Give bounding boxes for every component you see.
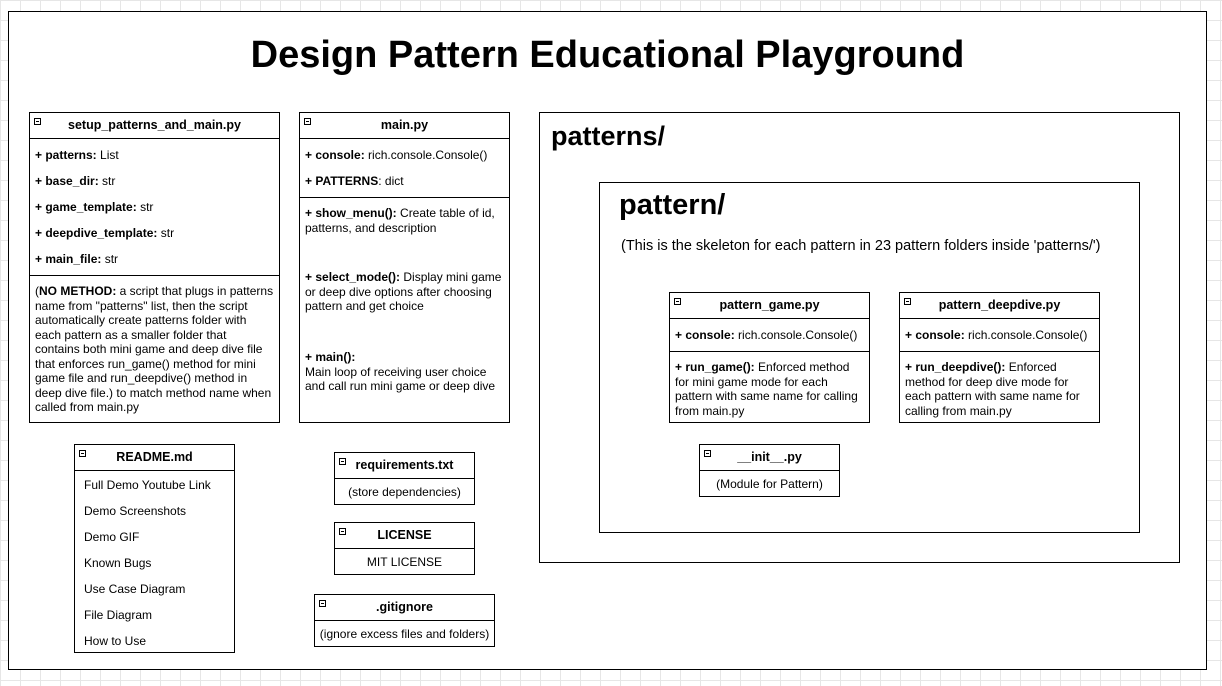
class-header: requirements.txt <box>335 453 474 479</box>
class-description: (Module for Pattern) <box>716 477 823 491</box>
collapse-icon[interactable] <box>339 528 346 535</box>
collapse-icon[interactable] <box>79 450 86 457</box>
class-main[interactable]: main.py + console: rich.console.Console(… <box>299 112 510 423</box>
class-name: __init__.py <box>737 450 802 464</box>
class-name: setup_patterns_and_main.py <box>68 118 241 132</box>
class-header: README.md <box>75 445 234 471</box>
collapse-icon[interactable] <box>339 458 346 465</box>
list-item: Demo Screenshots <box>84 504 187 518</box>
attribute-row: + deepdive_template: str <box>35 226 175 240</box>
methods-section: + run_deepdive(): Enforced method for de… <box>905 360 1080 418</box>
attribute-row: + console: rich.console.Console() <box>905 328 1088 342</box>
list-item: Known Bugs <box>84 556 152 570</box>
class-header: .gitignore <box>315 595 494 621</box>
attribute-row: + base_dir: str <box>35 174 116 188</box>
class-name: pattern_deepdive.py <box>938 298 1061 312</box>
collapse-icon[interactable] <box>304 118 311 125</box>
diagram-canvas: Design Pattern Educational Playground se… <box>8 11 1207 670</box>
class-header: __init__.py <box>700 445 839 471</box>
pattern-folder-title: pattern/ <box>619 189 726 221</box>
class-license[interactable]: LICENSE MIT LICENSE <box>334 522 475 575</box>
class-pattern-game[interactable]: pattern_game.py + console: rich.console.… <box>669 292 870 423</box>
attribute-row: + main_file: str <box>35 252 119 266</box>
attributes-section: + console: rich.console.Console() <box>900 319 1099 352</box>
method-row: + show_menu(): Create table of id, patte… <box>305 206 495 235</box>
list-item: Full Demo Youtube Link <box>84 478 211 492</box>
method-row: + main(): Main loop of receiving user cho… <box>305 350 496 393</box>
attribute-row: + console: rich.console.Console() <box>675 328 858 342</box>
class-header: setup_patterns_and_main.py <box>30 113 279 139</box>
class-name: main.py <box>380 118 429 132</box>
class-header: pattern_game.py <box>670 293 869 319</box>
diagram-title: Design Pattern Educational Playground <box>250 34 965 76</box>
class-setup-patterns[interactable]: setup_patterns_and_main.py + patterns: L… <box>29 112 280 423</box>
class-header: LICENSE <box>335 523 474 549</box>
class-name: requirements.txt <box>355 458 454 472</box>
class-name: LICENSE <box>377 528 432 542</box>
attributes-section: + console: rich.console.Console() <box>670 319 869 352</box>
class-name: README.md <box>116 450 193 464</box>
attribute-row: + game_template: str <box>35 200 154 214</box>
list-item: Use Case Diagram <box>84 582 186 596</box>
class-readme[interactable]: README.md Full Demo Youtube Link Demo Sc… <box>74 444 235 653</box>
class-name: pattern_game.py <box>719 298 820 312</box>
class-name: .gitignore <box>376 600 433 614</box>
attribute-row: + patterns: List <box>35 148 119 162</box>
class-description: (store dependencies) <box>348 485 461 499</box>
list-item: File Diagram <box>84 608 153 622</box>
class-requirements[interactable]: requirements.txt (store dependencies) <box>334 452 475 505</box>
class-gitignore[interactable]: .gitignore (ignore excess files and fold… <box>314 594 495 647</box>
methods-section: + run_game(): Enforced method for mini g… <box>675 360 858 418</box>
collapse-icon[interactable] <box>674 298 681 305</box>
readme-items: Full Demo Youtube Link Demo Screenshots … <box>75 471 234 654</box>
class-description: (ignore excess files and folders) <box>319 627 490 641</box>
note-section: (NO METHOD: a script that plugs in patte… <box>35 284 274 414</box>
collapse-icon[interactable] <box>704 450 711 457</box>
pattern-folder-frame[interactable]: pattern/ (This is the skeleton for each … <box>599 182 1140 533</box>
patterns-folder-title: patterns/ <box>551 121 666 151</box>
collapse-icon[interactable] <box>319 600 326 607</box>
class-header: pattern_deepdive.py <box>900 293 1099 319</box>
collapse-icon[interactable] <box>904 298 911 305</box>
collapse-icon[interactable] <box>34 118 41 125</box>
attribute-row: + console: rich.console.Console() <box>305 148 488 162</box>
patterns-folder-frame[interactable]: patterns/ pattern/ (This is the skeleton… <box>539 112 1180 563</box>
methods-section: + show_menu(): Create table of id, patte… <box>300 198 509 397</box>
class-header: main.py <box>300 113 509 139</box>
class-init[interactable]: __init__.py (Module for Pattern) <box>699 444 840 497</box>
attributes-section: + patterns: List + base_dir: str + game_… <box>30 139 279 276</box>
class-description: MIT LICENSE <box>366 555 443 569</box>
list-item: How to Use <box>84 634 147 648</box>
list-item: Demo GIF <box>84 530 140 544</box>
class-pattern-deepdive[interactable]: pattern_deepdive.py + console: rich.cons… <box>899 292 1100 423</box>
attribute-row: + PATTERNS: dict <box>305 174 404 188</box>
pattern-folder-note: (This is the skeleton for each pattern i… <box>621 238 1101 254</box>
attributes-section: + console: rich.console.Console() + PATT… <box>300 139 509 198</box>
method-row: + select_mode(): Display mini game or de… <box>305 270 502 313</box>
